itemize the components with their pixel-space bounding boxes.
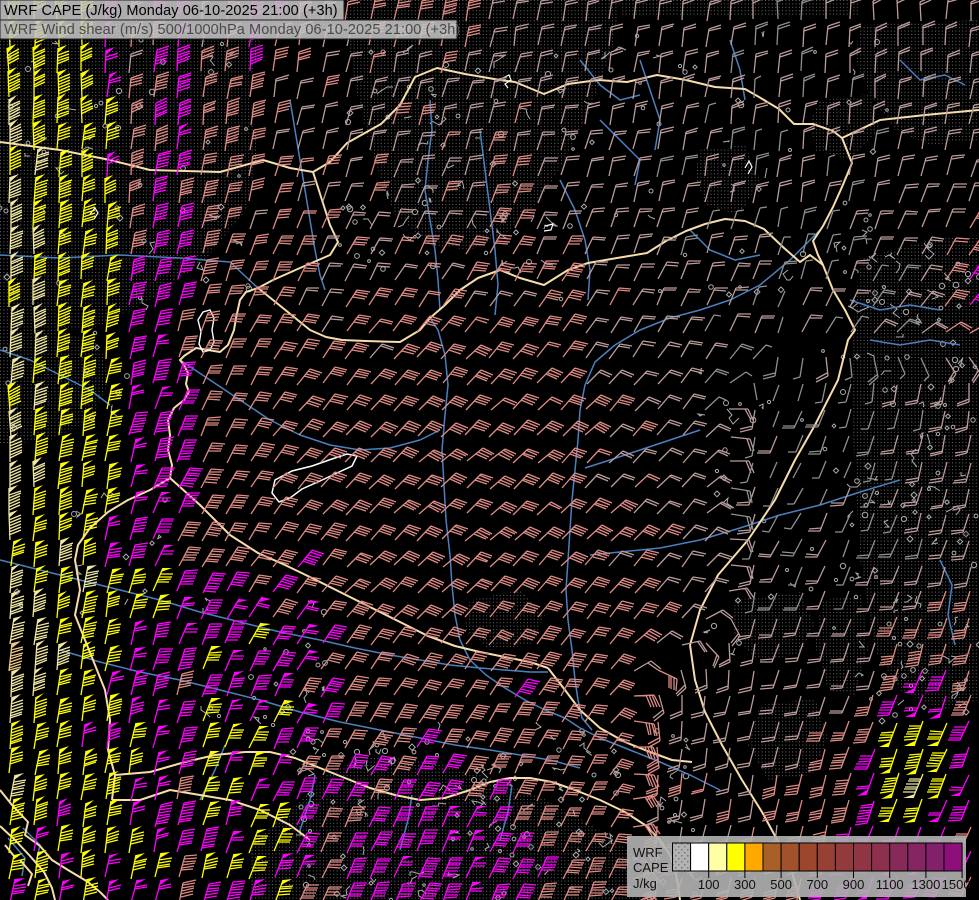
svg-text:700: 700 xyxy=(806,877,828,892)
svg-text:100: 100 xyxy=(698,877,720,892)
svg-text:WRF CAPE (J/kg) Monday 06-10-2: WRF CAPE (J/kg) Monday 06-10-2025 21:00 … xyxy=(4,3,338,19)
svg-text:1300: 1300 xyxy=(911,877,940,892)
svg-text:500: 500 xyxy=(770,877,792,892)
svg-text:CAPE: CAPE xyxy=(633,860,669,875)
svg-text:WRF: WRF xyxy=(633,845,663,860)
svg-text:WRF Wind shear (m/s) 500/1000h: WRF Wind shear (m/s) 500/1000hPa Monday … xyxy=(4,22,460,38)
svg-text:900: 900 xyxy=(843,877,865,892)
svg-text:1500: 1500 xyxy=(942,877,971,892)
svg-text:300: 300 xyxy=(734,877,756,892)
svg-text:1100: 1100 xyxy=(876,877,904,892)
svg-text:J/kg: J/kg xyxy=(633,876,657,891)
